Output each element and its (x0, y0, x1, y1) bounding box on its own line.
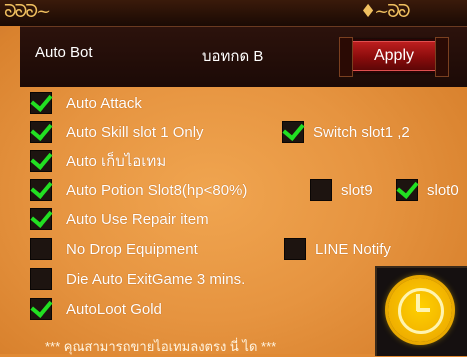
option-label: Auto Use Repair item (66, 210, 209, 228)
line-notify-checkbox[interactable] (284, 238, 306, 260)
ornament-bar: ᘐᘐᘐ~ ♦~ᘐᘐ (0, 0, 467, 26)
check-icon (30, 205, 53, 228)
ornament-icon: ♦~ᘐᘐ (360, 1, 411, 22)
button-cap-right (435, 37, 449, 77)
clock-slot[interactable] (375, 266, 467, 356)
option-row[interactable]: LINE Notify (284, 238, 391, 260)
option-row[interactable]: Auto Attack (30, 89, 142, 114)
option-row[interactable]: Die Auto ExitGame 3 mins. (30, 268, 245, 290)
switch-slot-checkbox[interactable] (282, 118, 305, 143)
auto-attack-checkbox[interactable] (30, 89, 53, 114)
check-icon (396, 176, 419, 199)
option-label: Auto เก็บไอเทม (66, 153, 167, 170)
check-icon (30, 118, 53, 141)
window-title: Auto Bot (35, 44, 93, 61)
option-label: slot0 (427, 181, 459, 199)
option-label: Die Auto ExitGame 3 mins. (66, 270, 246, 288)
option-row[interactable]: Auto Potion Slot8(hp<80%) (30, 176, 248, 201)
apply-button-label: Apply (373, 47, 415, 64)
button-cap-left (339, 37, 353, 77)
option-label: Auto Skill slot 1 Only (66, 123, 204, 141)
autoloot-gold-checkbox[interactable] (30, 295, 53, 320)
option-row[interactable]: Switch slot1 ,2 (282, 118, 410, 143)
no-drop-checkbox[interactable] (30, 238, 52, 260)
auto-pickup-checkbox[interactable] (30, 147, 53, 172)
option-row[interactable]: slot0 (396, 176, 459, 201)
check-icon (30, 295, 53, 318)
option-row[interactable]: Auto Skill slot 1 Only (30, 118, 204, 143)
option-label: Auto Attack (66, 94, 142, 112)
slot0-checkbox[interactable] (396, 176, 419, 201)
check-icon (30, 147, 53, 170)
option-label: No Drop Equipment (66, 240, 198, 258)
option-label: AutoLoot Gold (66, 300, 162, 318)
option-label: Switch slot1 ,2 (313, 123, 410, 141)
bot-settings-panel: ᘐᘐᘐ~ ♦~ᘐᘐ Auto Bot บอทกด B Apply Auto At… (0, 0, 467, 356)
header-bar: Auto Bot บอทกด B Apply (20, 26, 467, 87)
option-row[interactable]: No Drop Equipment (30, 238, 198, 260)
die-exit-checkbox[interactable] (30, 268, 52, 290)
slot9-checkbox[interactable] (310, 179, 332, 201)
ornament-icon: ᘐᘐᘐ~ (4, 1, 51, 22)
option-row[interactable]: Auto เก็บไอเทม (30, 147, 167, 172)
check-icon (30, 176, 53, 199)
clock-icon (388, 278, 452, 342)
check-icon (282, 118, 305, 141)
hotkey-hint: บอทกด B (202, 48, 264, 65)
option-row[interactable]: Auto Use Repair item (30, 205, 209, 230)
option-label: Auto Potion Slot8(hp<80%) (66, 181, 248, 199)
option-label: LINE Notify (315, 240, 391, 258)
option-label: slot9 (341, 181, 373, 199)
option-row[interactable]: slot9 (310, 179, 373, 201)
option-row[interactable]: AutoLoot Gold (30, 295, 162, 320)
check-icon (30, 89, 53, 112)
auto-potion-checkbox[interactable] (30, 176, 53, 201)
apply-button[interactable]: Apply (339, 37, 449, 77)
auto-repair-checkbox[interactable] (30, 205, 53, 230)
auto-skill-checkbox[interactable] (30, 118, 53, 143)
clock-hand-minute (417, 308, 430, 312)
